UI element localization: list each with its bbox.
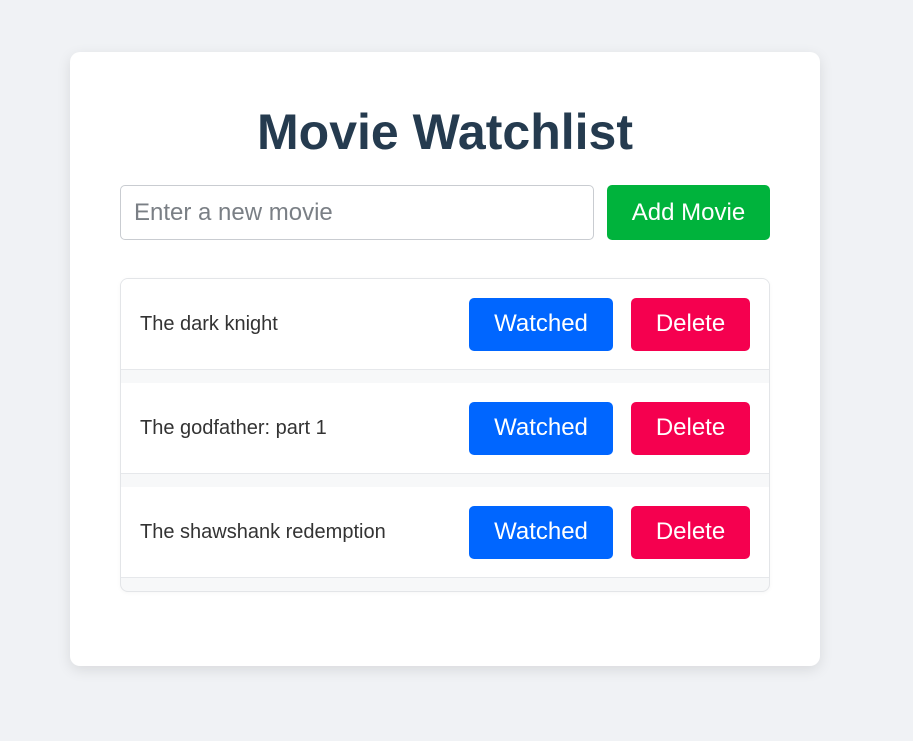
movie-title: The godfather: part 1 [140, 416, 327, 439]
list-item: The godfather: part 1 Watched Delete [121, 383, 769, 474]
delete-button[interactable]: Delete [631, 297, 750, 351]
movie-list: The dark knight Watched Delete The godfa… [120, 278, 770, 592]
watched-button[interactable]: Watched [469, 505, 613, 559]
watched-button[interactable]: Watched [469, 401, 613, 455]
movie-input[interactable] [120, 185, 594, 240]
list-item: The dark knight Watched Delete [121, 279, 769, 370]
delete-button[interactable]: Delete [631, 505, 750, 559]
delete-button[interactable]: Delete [631, 401, 750, 455]
movie-title: The dark knight [140, 312, 278, 335]
add-movie-button[interactable]: Add Movie [607, 185, 770, 240]
watched-button[interactable]: Watched [469, 297, 613, 351]
watchlist-card: Movie Watchlist Add Movie The dark knigh… [70, 52, 820, 666]
add-movie-form: Add Movie [120, 185, 770, 240]
list-item: The shawshank redemption Watched Delete [121, 487, 769, 578]
page-title: Movie Watchlist [257, 104, 633, 160]
movie-title: The shawshank redemption [140, 520, 386, 543]
